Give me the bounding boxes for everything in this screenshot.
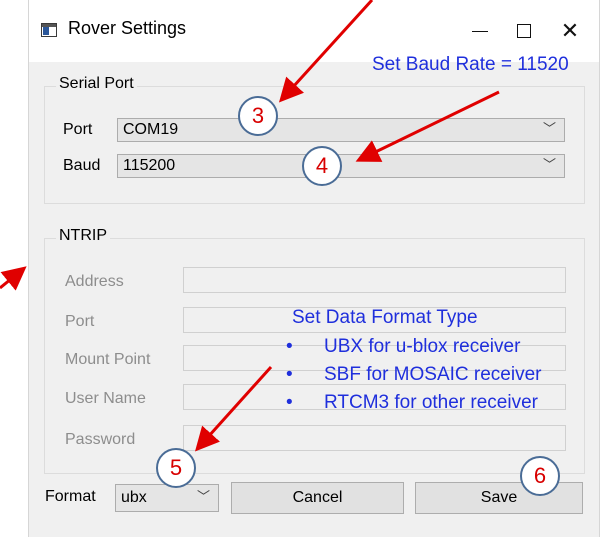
annotation-arrows <box>0 0 500 452</box>
arrow-to-step-3 <box>278 0 374 103</box>
step-3-badge: 3 <box>238 96 278 136</box>
step-6-badge: 6 <box>520 456 560 496</box>
step-4-badge: 4 <box>302 146 342 186</box>
arrow-from-left-edge <box>0 266 27 291</box>
arrow-to-format-select <box>194 365 273 452</box>
arrow-to-baud-select <box>355 90 500 162</box>
step-5-badge: 5 <box>156 448 196 488</box>
